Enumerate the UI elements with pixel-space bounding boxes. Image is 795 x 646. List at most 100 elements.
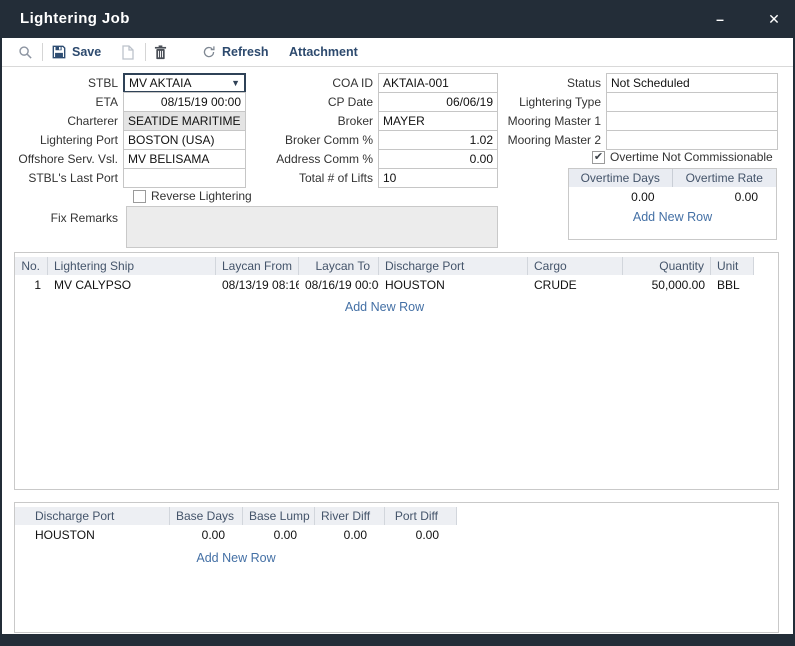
discharge-grid-header: Discharge Port Base Days Base Lump River… (15, 507, 778, 525)
col-header-lightering-ship: Lightering Ship (48, 257, 216, 275)
col-header-base-days: Base Days (170, 507, 243, 525)
refresh-label: Refresh (222, 45, 269, 59)
reverse-lightering-checkbox[interactable] (133, 190, 146, 203)
stbls-last-port-label: STBL's Last Port (10, 168, 123, 188)
form-column-middle: COA ID AKTAIA-001 CP Date 06/06/19 Broke… (258, 73, 498, 188)
col-header-no: No. (15, 257, 48, 275)
lifts-add-new-row-link[interactable]: Add New Row (345, 300, 424, 314)
mooring-master-2-label: Mooring Master 2 (506, 130, 606, 150)
save-icon (52, 45, 66, 59)
overtime-days-cell[interactable]: 0.00 (569, 190, 673, 204)
lifts-table-row[interactable]: 1 MV CALYPSO 08/13/19 08:16 08/16/19 00:… (15, 276, 778, 294)
window-bottom-border (0, 634, 795, 646)
address-comm-field[interactable]: 0.00 (378, 149, 498, 169)
cell-laycan-from[interactable]: 08/13/19 08:16 (216, 278, 299, 292)
charterer-field[interactable]: SEATIDE MARITIME (123, 111, 246, 131)
overtime-not-commissionable-label: Overtime Not Commissionable (610, 150, 773, 164)
broker-field[interactable]: MAYER (378, 111, 498, 131)
lightering-port-field[interactable]: BOSTON (USA) (123, 130, 246, 150)
lightering-type-field[interactable] (606, 92, 778, 112)
mooring-master-2-field[interactable] (606, 130, 778, 150)
col-header-base-lump: Base Lump (243, 507, 315, 525)
reverse-lightering-label: Reverse Lightering (151, 189, 252, 203)
stbls-last-port-field[interactable] (123, 168, 246, 188)
refresh-button[interactable]: Refresh (202, 38, 269, 66)
cell-port-diff[interactable]: 0.00 (385, 528, 457, 542)
col-header-discharge-port: Discharge Port (15, 507, 170, 525)
new-document-icon (122, 45, 134, 60)
cell-river-diff[interactable]: 0.00 (315, 528, 385, 542)
total-lifts-field[interactable]: 10 (378, 168, 498, 188)
cell-lightering-ship[interactable]: MV CALYPSO (48, 278, 216, 292)
col-header-laycan-from: Laycan From (216, 257, 299, 275)
cell-discharge-port[interactable]: HOUSTON (379, 278, 528, 292)
cell-base-lump[interactable]: 0.00 (243, 528, 315, 542)
discharge-table-row[interactable]: HOUSTON 0.00 0.00 0.00 0.00 (15, 526, 778, 544)
coa-id-field[interactable]: AKTAIA-001 (378, 73, 498, 93)
toolbar: Save Refresh Attachment (2, 38, 793, 67)
close-button[interactable]: ✕ (759, 0, 789, 38)
fix-remarks-textarea[interactable] (126, 206, 498, 248)
col-header-cargo: Cargo (528, 257, 623, 275)
eta-field[interactable]: 08/15/19 00:00 (123, 92, 246, 112)
broker-comm-field[interactable]: 1.02 (378, 130, 498, 150)
search-button[interactable] (18, 38, 33, 66)
chevron-down-icon: ▼ (231, 78, 240, 88)
coa-id-label: COA ID (258, 73, 378, 93)
save-button[interactable]: Save (52, 38, 101, 66)
refresh-icon (202, 45, 216, 59)
minimize-button[interactable]: – (705, 0, 735, 38)
toolbar-separator (145, 43, 146, 61)
save-label: Save (72, 45, 101, 59)
attachment-label: Attachment (289, 45, 358, 59)
overtime-rate-cell[interactable]: 0.00 (673, 190, 777, 204)
discharge-add-new-row-link[interactable]: Add New Row (196, 551, 275, 565)
mooring-master-1-label: Mooring Master 1 (506, 111, 606, 131)
lifts-grid-panel: No. Lightering Ship Laycan From Laycan T… (14, 252, 779, 490)
delete-button[interactable] (154, 38, 167, 66)
overtime-table-header: Overtime Days Overtime Rate (569, 169, 776, 187)
broker-comm-label: Broker Comm % (258, 130, 378, 150)
overtime-not-commissionable-checkbox[interactable]: ✔ (592, 151, 605, 164)
offshore-serv-vsl-field[interactable]: MV BELISAMA (123, 149, 246, 169)
status-label: Status (506, 73, 606, 93)
cell-unit[interactable]: BBL (711, 278, 754, 292)
lightering-type-label: Lightering Type (506, 92, 606, 112)
trash-icon (154, 45, 167, 60)
address-comm-label: Address Comm % (258, 149, 378, 169)
cp-date-field[interactable]: 06/06/19 (378, 92, 498, 112)
cell-base-days[interactable]: 0.00 (170, 528, 243, 542)
cell-discharge-port[interactable]: HOUSTON (15, 528, 170, 542)
new-document-button[interactable] (122, 38, 134, 66)
lightering-port-label: Lightering Port (10, 130, 123, 150)
cp-date-label: CP Date (258, 92, 378, 112)
cell-no[interactable]: 1 (15, 278, 48, 292)
total-lifts-label: Total # of Lifts (258, 168, 378, 188)
stbl-select[interactable]: MV AKTAIA ▼ (123, 73, 246, 93)
eta-label: ETA (10, 92, 123, 112)
search-icon (18, 45, 33, 60)
attachment-button[interactable]: Attachment (289, 38, 358, 66)
fix-remarks-label: Fix Remarks (10, 211, 123, 225)
cell-quantity[interactable]: 50,000.00 (623, 278, 711, 292)
stbl-label: STBL (10, 73, 123, 93)
cell-laycan-to[interactable]: 08/16/19 00:00 (299, 278, 379, 292)
overtime-days-header: Overtime Days (569, 169, 673, 187)
charterer-label: Charterer (10, 111, 123, 131)
overtime-table-row[interactable]: 0.00 0.00 (569, 187, 776, 207)
form-column-left: STBL MV AKTAIA ▼ ETA 08/15/19 00:00 Char… (10, 73, 246, 188)
overtime-table: Overtime Days Overtime Rate 0.00 0.00 Ad… (568, 168, 777, 240)
status-field[interactable]: Not Scheduled (606, 73, 778, 93)
col-header-discharge-port: Discharge Port (379, 257, 528, 275)
col-header-river-diff: River Diff (315, 507, 385, 525)
window-left-border (0, 0, 2, 646)
mooring-master-1-field[interactable] (606, 111, 778, 131)
col-header-unit: Unit (711, 257, 754, 275)
broker-label: Broker (258, 111, 378, 131)
reverse-lightering-row: Reverse Lightering (133, 189, 252, 203)
overtime-add-new-row-link[interactable]: Add New Row (633, 210, 712, 224)
form-column-right: Status Not Scheduled Lightering Type Moo… (506, 73, 778, 150)
cell-cargo[interactable]: CRUDE (528, 278, 623, 292)
col-header-port-diff: Port Diff (385, 507, 457, 525)
stbl-value: MV AKTAIA (129, 76, 191, 90)
